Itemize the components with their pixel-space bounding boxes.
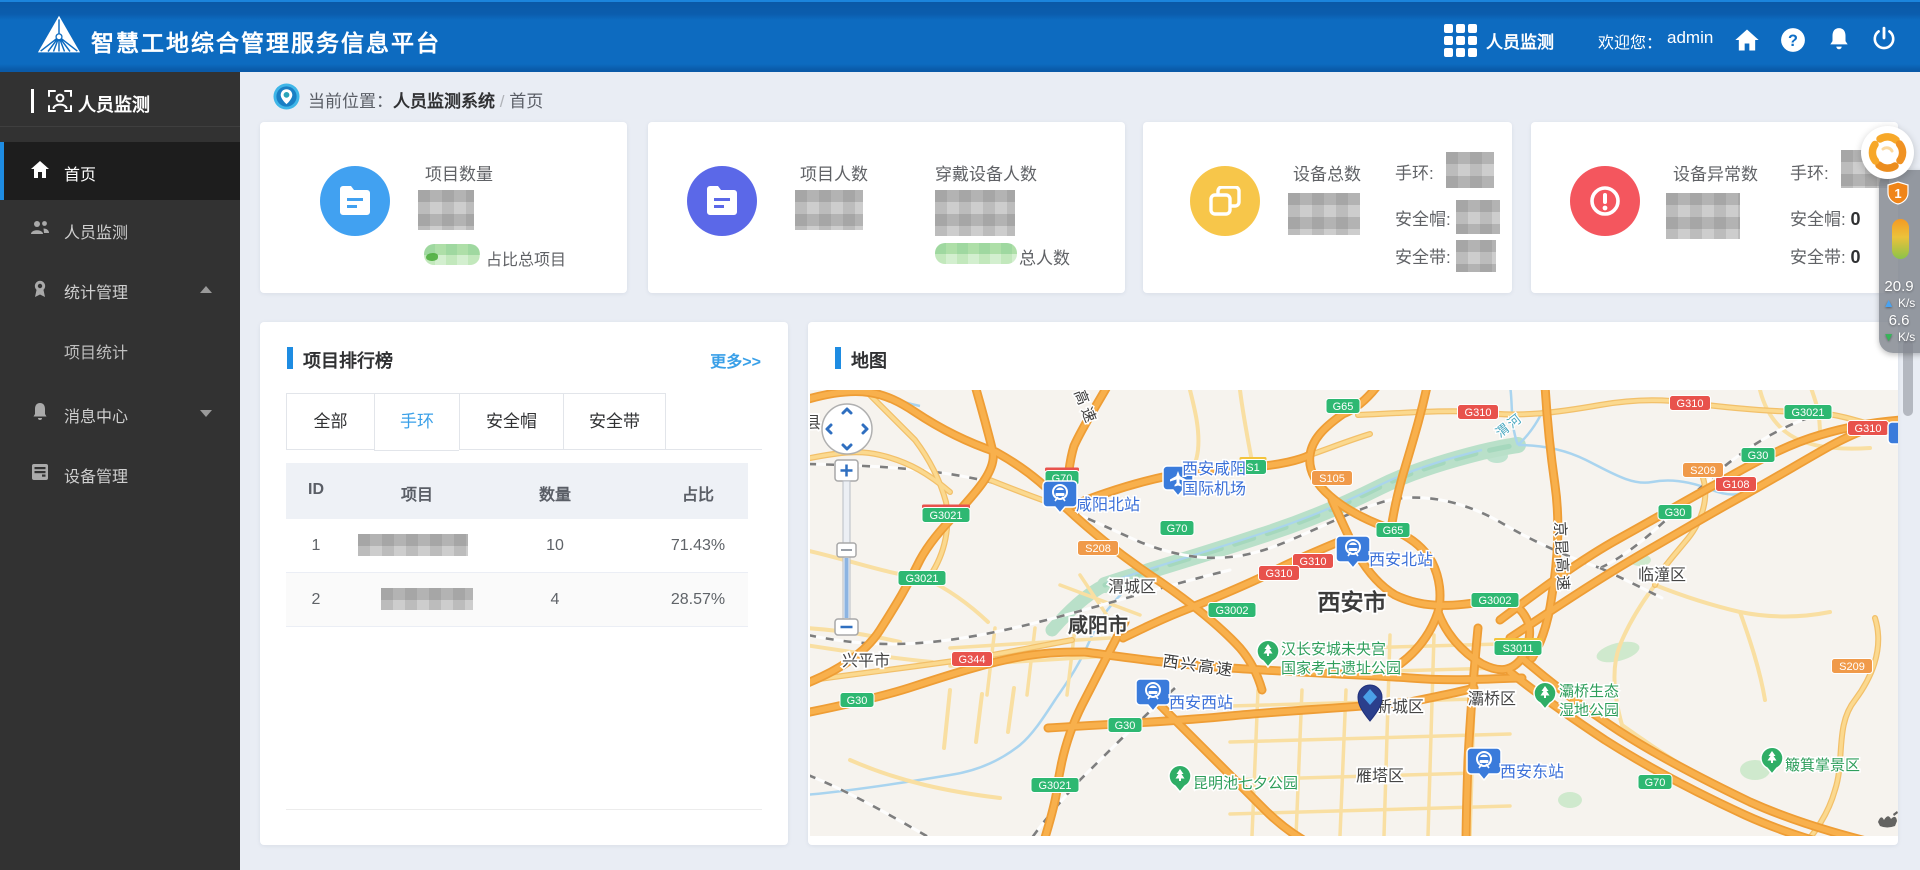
svg-text:西安咸阳: 西安咸阳 xyxy=(1182,460,1246,478)
svg-text:县: 县 xyxy=(810,415,821,432)
svg-text:灞桥区: 灞桥区 xyxy=(1468,690,1516,708)
svg-text:西安市: 西安市 xyxy=(1318,589,1387,615)
svg-text:汉长安城未央宫: 汉长安城未央宫 xyxy=(1281,641,1386,658)
svg-text:G3021: G3021 xyxy=(905,573,938,585)
svg-text:G70: G70 xyxy=(1167,523,1188,535)
svg-text:雁塔区: 雁塔区 xyxy=(1356,767,1404,785)
svg-text:新城区: 新城区 xyxy=(1376,698,1424,716)
svg-text:西安东站: 西安东站 xyxy=(1500,763,1564,781)
svg-text:西安北站: 西安北站 xyxy=(1369,551,1433,569)
svg-text:S1: S1 xyxy=(1246,462,1259,474)
svg-text:S209: S209 xyxy=(1839,661,1865,673)
svg-text:G344: G344 xyxy=(959,654,986,666)
svg-text:G3002: G3002 xyxy=(1215,605,1248,617)
svg-text:S209: S209 xyxy=(1690,465,1716,477)
svg-text:G65: G65 xyxy=(1333,401,1354,413)
svg-text:兴平市: 兴平市 xyxy=(842,652,890,670)
svg-text:咸阳市: 咸阳市 xyxy=(1068,613,1128,637)
svg-text:S208: S208 xyxy=(1085,543,1111,555)
svg-text:G310: G310 xyxy=(1465,407,1492,419)
svg-text:G310: G310 xyxy=(1266,568,1293,580)
svg-text:G3021: G3021 xyxy=(929,510,962,522)
svg-text:S3011: S3011 xyxy=(1503,643,1534,655)
svg-text:G108: G108 xyxy=(1723,479,1750,491)
svg-text:G30: G30 xyxy=(847,695,868,707)
svg-text:G30: G30 xyxy=(1665,507,1686,519)
svg-text:G3021: G3021 xyxy=(1791,407,1824,419)
svg-text:G3002: G3002 xyxy=(1478,595,1511,607)
svg-text:G70: G70 xyxy=(1645,777,1666,789)
svg-text:G310: G310 xyxy=(1677,398,1704,410)
svg-text:湿地公园: 湿地公园 xyxy=(1559,702,1619,719)
svg-text:渭城区: 渭城区 xyxy=(1108,578,1156,596)
svg-text:临潼区: 临潼区 xyxy=(1638,566,1686,584)
svg-text:西安西站: 西安西站 xyxy=(1169,694,1233,712)
svg-text:G30: G30 xyxy=(1748,450,1769,462)
svg-text:G3021: G3021 xyxy=(1038,780,1071,792)
svg-text:G30: G30 xyxy=(1115,720,1136,732)
svg-text:G65: G65 xyxy=(1383,525,1404,537)
svg-text:?: ? xyxy=(1788,32,1798,50)
svg-text:簸箕掌景区: 簸箕掌景区 xyxy=(1785,756,1860,774)
svg-text:咸阳北站: 咸阳北站 xyxy=(1076,496,1140,514)
svg-text:G310: G310 xyxy=(1855,423,1882,435)
svg-text:昆明池七夕公园: 昆明池七夕公园 xyxy=(1193,775,1298,792)
svg-text:灞桥生态: 灞桥生态 xyxy=(1559,683,1619,700)
svg-text:S105: S105 xyxy=(1319,473,1345,485)
svg-text:国际机场: 国际机场 xyxy=(1182,480,1246,498)
svg-text:1: 1 xyxy=(1894,186,1901,201)
svg-text:国家考古遗址公园: 国家考古遗址公园 xyxy=(1281,660,1401,677)
svg-text:G310: G310 xyxy=(1300,556,1327,568)
